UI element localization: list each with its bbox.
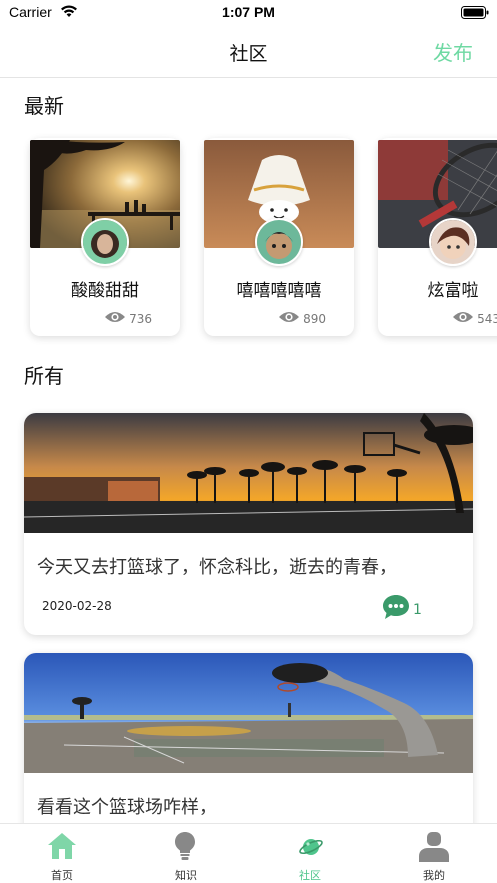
avatar[interactable]	[81, 218, 129, 266]
post-text: 看看这个篮球场咋样，	[37, 797, 217, 818]
latest-card-title: 炫富啦	[427, 281, 479, 301]
lightbulb-icon	[175, 832, 195, 860]
post-card[interactable]: 今天又去打篮球了，怀念科比，逝去的青春， 2020-02-28 1	[24, 413, 473, 635]
post-text: 今天又去打篮球了，怀念科比，逝去的青春，	[37, 557, 397, 578]
tab-mine[interactable]: 我的	[372, 824, 496, 883]
latest-card[interactable]: 炫富啦 543	[378, 138, 497, 336]
post-date: 2020-02-28	[42, 599, 112, 613]
status-bar: Carrier 1:07 PM	[0, 0, 497, 26]
latest-card-title: 酸酸甜甜	[71, 281, 139, 301]
avatar[interactable]	[429, 218, 477, 266]
latest-section-title: 最新	[24, 94, 64, 118]
view-count: 543	[477, 312, 497, 326]
latest-card-title: 嘻嘻嘻嘻嘻	[236, 281, 322, 301]
home-icon	[48, 833, 76, 859]
view-count: 736	[129, 312, 152, 326]
view-count: 890	[303, 312, 326, 326]
post-photo	[24, 653, 473, 773]
tab-knowledge[interactable]: 知识	[124, 824, 248, 883]
battery-icon	[461, 6, 489, 19]
page-title: 社区	[229, 43, 268, 65]
tab-home[interactable]: 首页	[0, 824, 124, 883]
tab-bar: 首页 知识 社区 我的	[0, 823, 497, 883]
tab-community[interactable]: 社区	[248, 824, 372, 883]
comment-icon[interactable]	[382, 594, 410, 620]
user-icon	[419, 832, 449, 862]
avatar[interactable]	[255, 218, 303, 266]
eye-icon	[279, 312, 299, 322]
latest-card[interactable]: 嘻嘻嘻嘻嘻 890	[204, 138, 354, 336]
eye-icon	[105, 312, 125, 322]
status-time: 1:07 PM	[222, 4, 275, 20]
tab-label: 知识	[175, 869, 197, 882]
planet-icon	[299, 839, 323, 855]
comment-count: 1	[413, 602, 422, 618]
eye-icon	[453, 312, 473, 322]
nav-bar: 社区 发布	[0, 26, 497, 78]
latest-card[interactable]: 酸酸甜甜 736	[30, 138, 180, 336]
post-photo	[24, 413, 473, 533]
tab-label: 我的	[423, 869, 445, 882]
all-section-title: 所有	[24, 364, 64, 388]
publish-button[interactable]: 发布	[433, 37, 473, 66]
tab-label: 社区	[299, 869, 321, 882]
latest-carousel[interactable]: 酸酸甜甜 736 嘻嘻嘻嘻嘻 890 炫富啦 543	[0, 124, 497, 350]
tab-label: 首页	[51, 869, 73, 882]
